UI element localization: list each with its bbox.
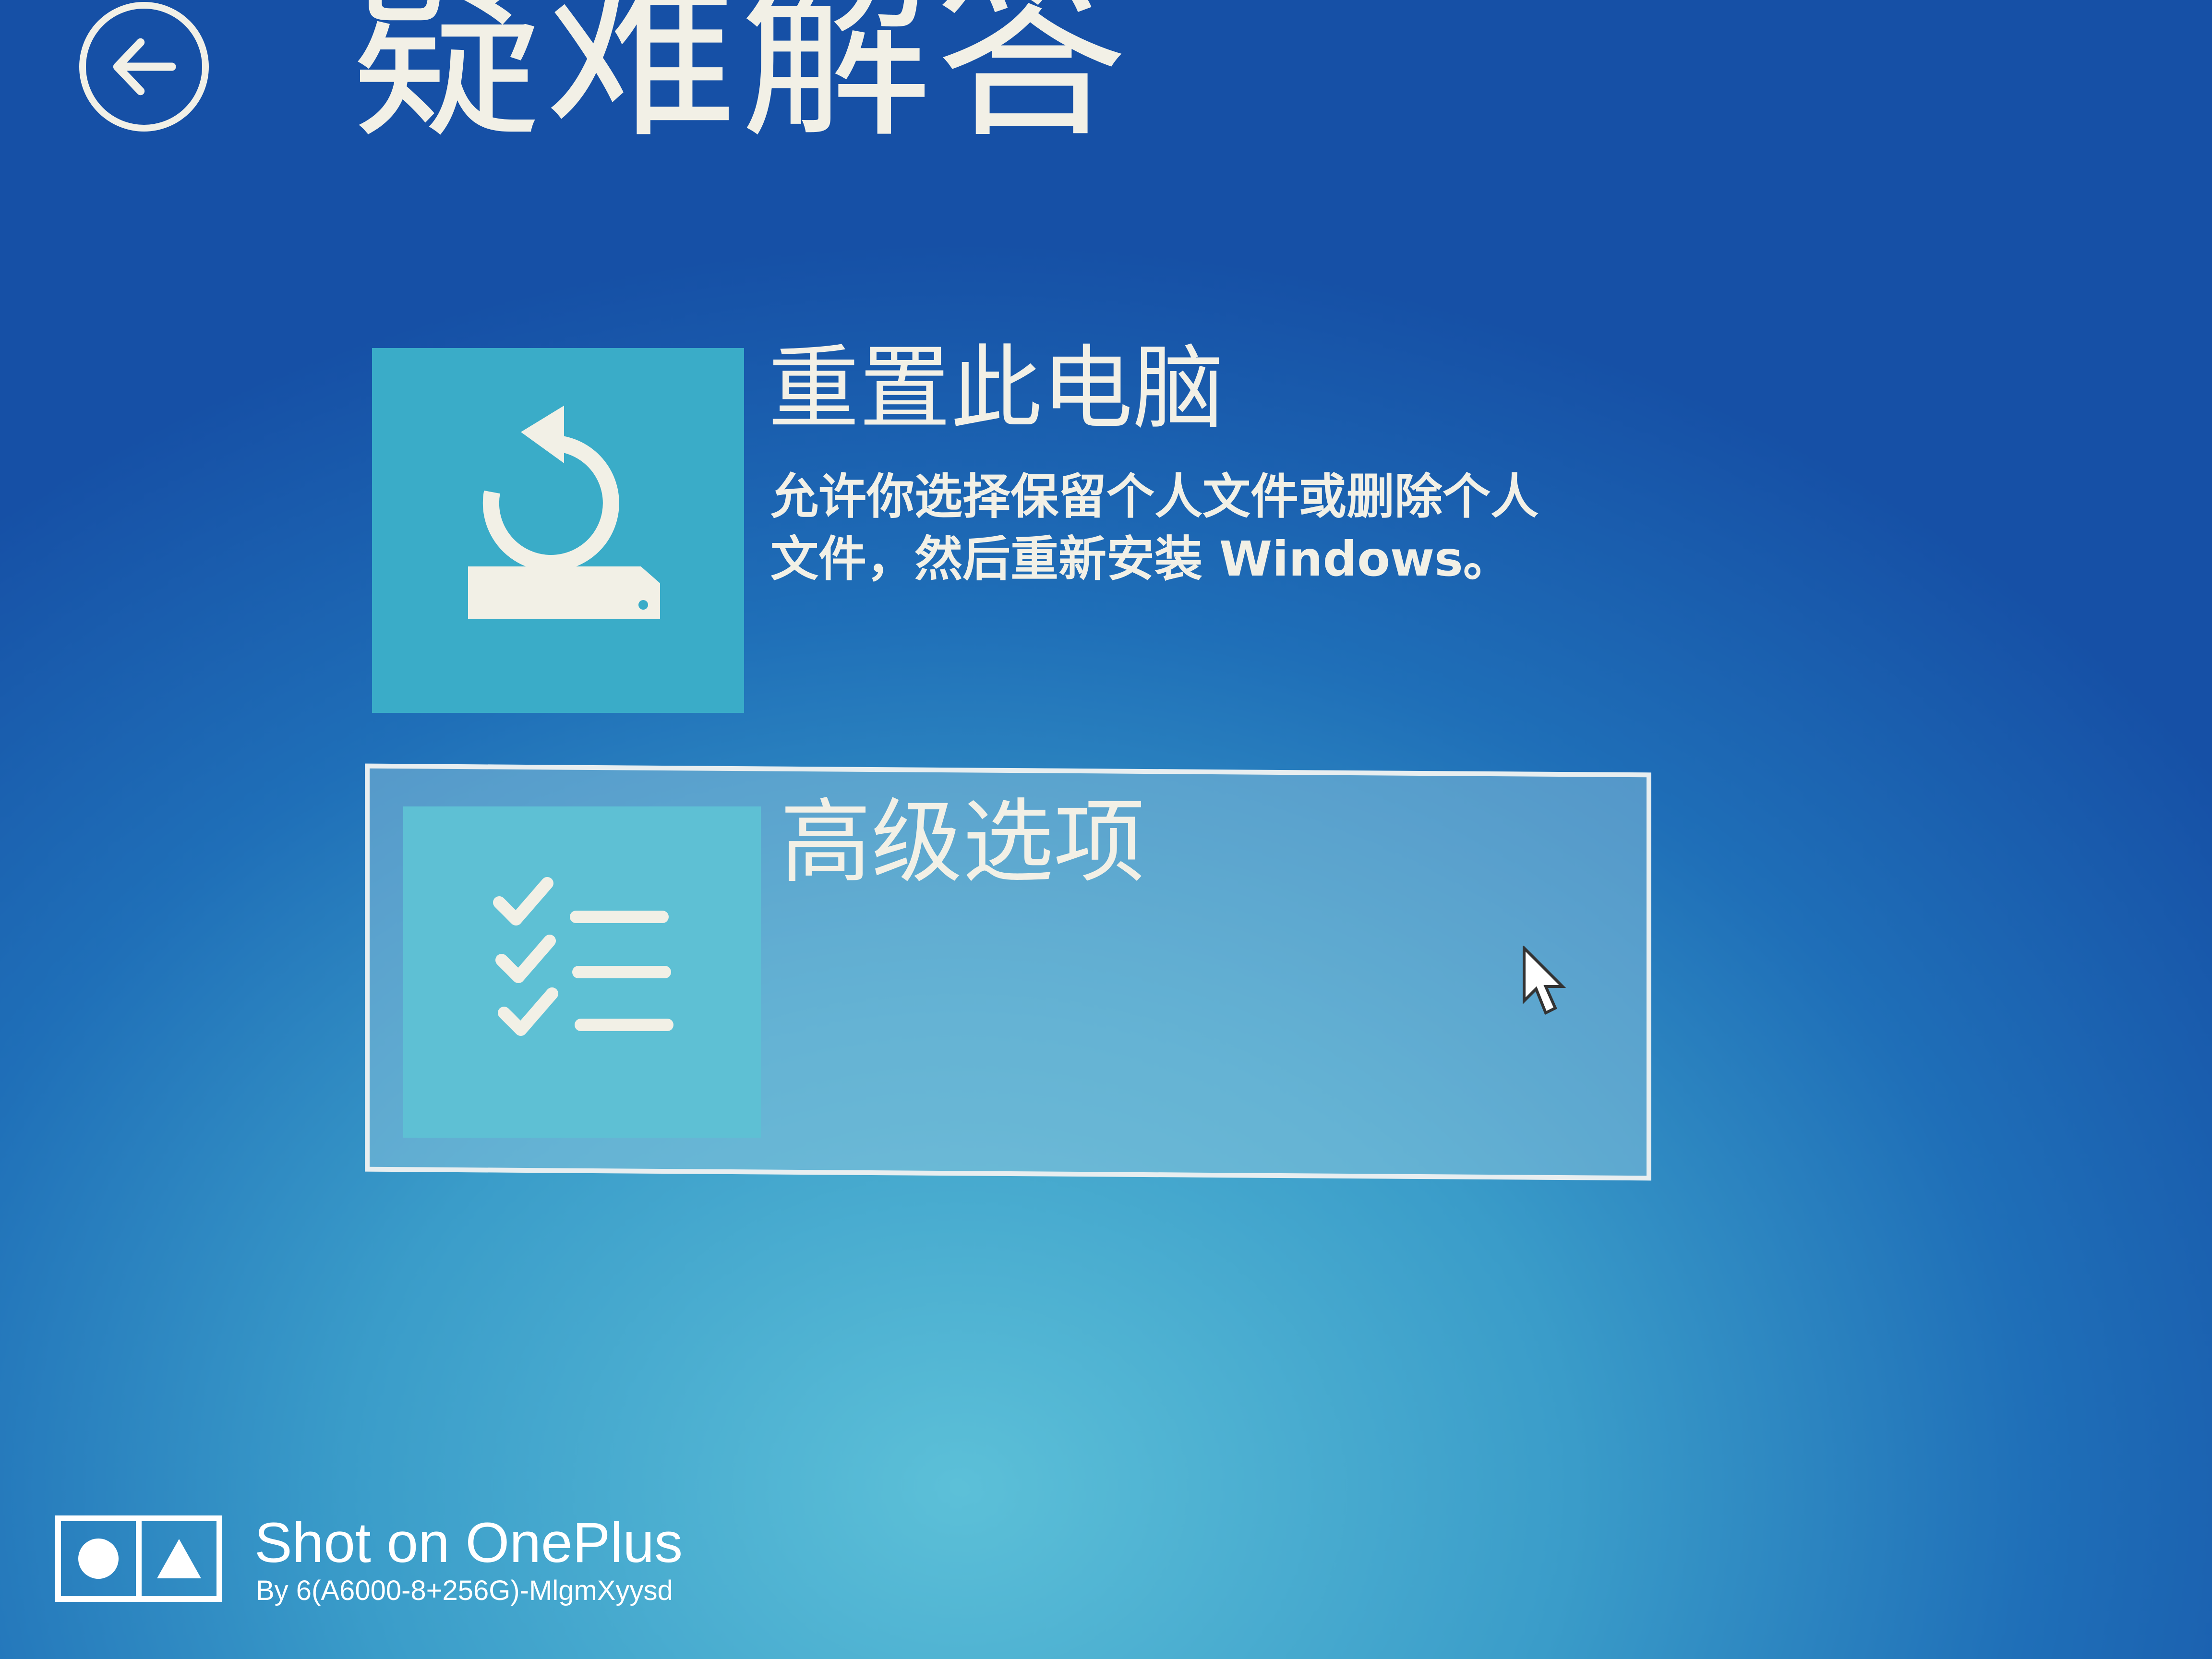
mouse-cursor-icon (1523, 946, 1566, 1015)
reset-pc-description: 允许你选择保留个人文件或删除个人 文件，然后重新安装 Windows。 (770, 466, 1587, 590)
page-title: 疑难解答 (350, 0, 1130, 164)
reset-pc-description-line2: 文件，然后重新安装 Windows。 (770, 531, 1511, 587)
reset-pc-title[interactable]: 重置此电脑 (768, 343, 1224, 434)
advanced-options-tile[interactable] (403, 806, 761, 1138)
reset-pc-description-line1: 允许你选择保留个人文件或删除个人 (770, 469, 1539, 525)
reset-drive-icon (468, 406, 660, 619)
watermark-title: Shot on OnePlus (254, 1511, 683, 1575)
checklist-icon (493, 877, 673, 1036)
back-button[interactable] (79, 2, 209, 132)
advanced-options-title[interactable]: 高级选项 (780, 797, 1145, 888)
arrow-left-icon (113, 38, 176, 96)
camera-watermark: Shot on OnePlus By 6(A6000-8+256G)-MlgmX… (55, 1515, 823, 1611)
oneplus-camera-logo-icon (55, 1515, 222, 1602)
watermark-subtitle: By 6(A6000-8+256G)-MlgmXyysd (256, 1575, 673, 1606)
reset-pc-tile[interactable] (372, 348, 744, 713)
